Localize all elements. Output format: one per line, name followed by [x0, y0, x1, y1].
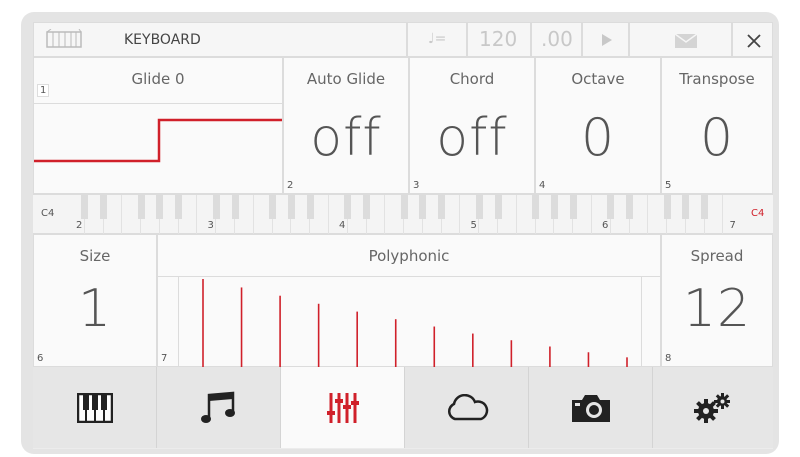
sliders-icon — [326, 392, 359, 423]
black-key — [663, 195, 671, 219]
transpose-label: Transpose — [679, 70, 755, 88]
spread-number: 8 — [665, 353, 672, 364]
auto-glide-value: off — [310, 108, 382, 168]
black-key — [156, 195, 164, 219]
black-key — [269, 195, 277, 219]
polyphonic-label: Polyphonic — [368, 247, 450, 265]
size-value: 1 — [77, 279, 113, 339]
black-key — [212, 195, 220, 219]
camera-icon — [571, 394, 610, 422]
black-key — [287, 195, 295, 219]
auto-glide-panel[interactable]: Auto Glide off 2 — [283, 57, 409, 194]
size-number: 6 — [37, 353, 44, 364]
black-key — [400, 195, 408, 219]
message-button[interactable] — [629, 22, 732, 57]
chord-value: off — [436, 108, 508, 168]
gears-icon — [694, 392, 730, 423]
tab-mixer[interactable] — [281, 367, 405, 448]
black-key — [363, 195, 371, 219]
auto-glide-number: 2 — [287, 180, 294, 191]
close-icon — [747, 34, 761, 48]
black-key — [231, 195, 239, 219]
spread-label: Spread — [690, 247, 744, 265]
high-note-label: C4 — [751, 208, 765, 219]
octave-number-label: 4 — [339, 220, 346, 231]
black-key — [607, 195, 615, 219]
glide-label: Glide 0 — [131, 70, 185, 88]
spread-panel[interactable]: Spread 12 8 — [661, 234, 773, 367]
cloud-icon — [447, 393, 488, 420]
spread-value: 12 — [682, 279, 752, 339]
tab-settings[interactable] — [653, 367, 773, 448]
transpose-value: 0 — [699, 108, 735, 168]
transpose-number: 5 — [665, 180, 672, 191]
polyphonic-number: 7 — [161, 353, 168, 364]
tempo-symbol: ♩= — [407, 22, 467, 57]
octave-number: 4 — [539, 180, 546, 191]
chord-panel[interactable]: Chord off 3 — [409, 57, 535, 194]
black-key — [137, 195, 145, 219]
title-bar: KEYBOARD — [33, 22, 407, 57]
black-key — [475, 195, 483, 219]
glide-number: 1 — [37, 84, 50, 97]
tempo-fraction-field[interactable]: .00 — [531, 22, 582, 57]
tempo-value: 120 — [479, 27, 518, 51]
octave-panel[interactable]: Octave 0 4 — [535, 57, 661, 194]
glide-panel[interactable]: Glide 0 1 — [33, 57, 283, 194]
black-key — [494, 195, 502, 219]
black-key — [438, 195, 446, 219]
octave-label: Octave — [571, 70, 625, 88]
octave-number-label: 7 — [729, 220, 736, 231]
octave-number-label: 2 — [76, 220, 83, 231]
black-key — [419, 195, 427, 219]
octave-number-label: 6 — [602, 220, 609, 231]
black-key — [306, 195, 314, 219]
tempo-symbol-text: ♩= — [428, 31, 447, 47]
black-key — [701, 195, 709, 219]
black-key — [626, 195, 634, 219]
octave-value: 0 — [580, 108, 616, 168]
page-title: KEYBOARD — [124, 32, 201, 48]
play-button[interactable] — [582, 22, 629, 57]
play-icon — [602, 34, 612, 46]
auto-glide-label: Auto Glide — [306, 70, 386, 88]
close-button[interactable] — [732, 22, 773, 57]
black-key — [550, 195, 558, 219]
chord-label: Chord — [449, 70, 495, 88]
keyboard-logo-icon — [46, 29, 82, 48]
polyphonic-panel[interactable]: Polyphonic 7 — [157, 234, 661, 368]
octave-number-label: 3 — [207, 220, 214, 231]
tempo-fraction-value: .00 — [541, 27, 573, 51]
octave-number-label: 5 — [470, 220, 477, 231]
tab-keyboard[interactable] — [33, 367, 157, 448]
glide-curve-graph — [34, 118, 282, 163]
keyboard-range-strip[interactable]: C4 C4 2 3 4 5 6 7 — [33, 194, 773, 234]
tab-sequencer[interactable] — [157, 367, 281, 448]
black-key — [81, 195, 89, 219]
black-key — [100, 195, 108, 219]
size-panel[interactable]: Size 1 6 — [33, 234, 157, 367]
chord-number: 3 — [413, 180, 420, 191]
tab-camera[interactable] — [529, 367, 653, 448]
music-notes-icon — [200, 391, 235, 423]
black-key — [532, 195, 540, 219]
low-note-label: C4 — [41, 208, 55, 219]
tempo-field[interactable]: 120 — [467, 22, 531, 57]
transpose-panel[interactable]: Transpose 0 5 — [661, 57, 773, 194]
black-key — [175, 195, 183, 219]
tab-cloud[interactable] — [405, 367, 529, 448]
screen: KEYBOARD ♩= 120 .00 Glide 0 1 Auto Glide — [33, 22, 773, 449]
black-key — [344, 195, 352, 219]
polyphonic-spread-graph — [202, 279, 628, 367]
piano-icon — [76, 392, 113, 423]
black-key — [569, 195, 577, 219]
black-key — [682, 195, 690, 219]
envelope-icon — [674, 33, 698, 48]
size-label: Size — [79, 247, 111, 265]
